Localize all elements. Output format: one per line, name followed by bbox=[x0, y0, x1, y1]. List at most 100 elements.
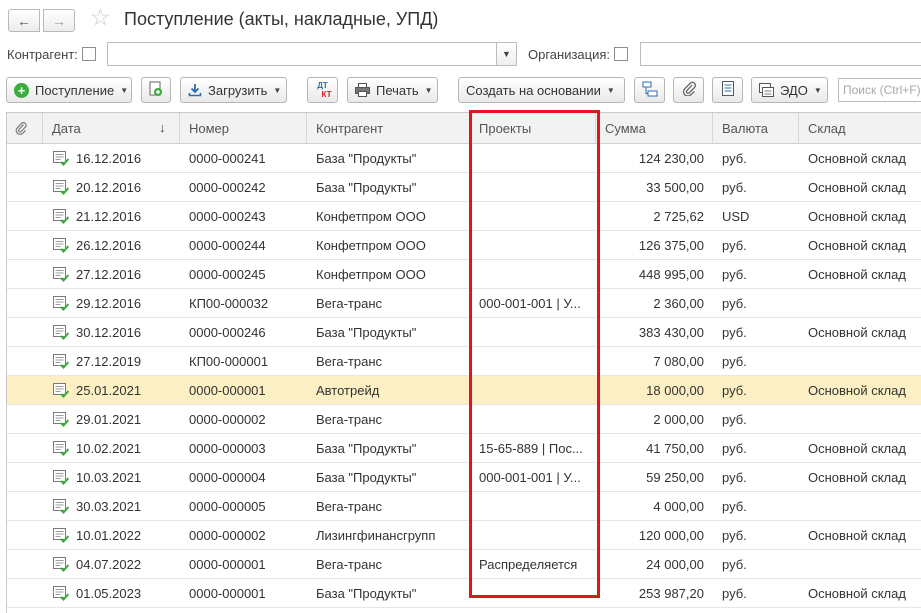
table-row[interactable]: 29.12.2016 КП00-000032 Вега-транс 000-001-0… bbox=[7, 289, 921, 318]
organization-filter-label: Организация: bbox=[528, 47, 611, 62]
cell-contractor: Вега-транс bbox=[316, 354, 383, 369]
table-row[interactable]: 04.07.2022 0000-000001 Вега-транс Распредел… bbox=[7, 550, 921, 579]
cell-warehouse: Основной склад bbox=[808, 528, 906, 543]
edo-button[interactable]: ЭДО ▼ bbox=[751, 77, 828, 103]
create-based-on-button[interactable]: Создать на основании ▼ bbox=[458, 77, 625, 103]
table-row[interactable]: 20.12.2016 0000-000242 База "Продукты" 33 5… bbox=[7, 173, 921, 202]
chevron-down-icon: ▼ bbox=[813, 85, 822, 95]
cell-warehouse: Основной склад bbox=[808, 238, 906, 253]
cell-project: 15-65-889 | Пос... bbox=[479, 441, 583, 456]
cell-currency: руб. bbox=[722, 412, 747, 427]
cell-currency: руб. bbox=[722, 470, 747, 485]
cell-number: 0000-000241 bbox=[189, 151, 266, 166]
list-report-button[interactable] bbox=[712, 77, 743, 103]
cell-project bbox=[470, 260, 596, 289]
cell-currency: руб. bbox=[722, 586, 747, 601]
cell-date: 30.12.2016 bbox=[76, 325, 142, 340]
cell-project bbox=[470, 231, 596, 260]
forward-button[interactable]: → bbox=[43, 9, 75, 32]
cell-project bbox=[470, 318, 596, 347]
cell-currency: руб. bbox=[722, 354, 747, 369]
cell-sum: 126 375,00 bbox=[638, 238, 704, 253]
cell-sum: 2 360,00 bbox=[653, 296, 704, 311]
copy-button[interactable] bbox=[141, 77, 171, 103]
contractor-dropdown-button[interactable]: ▼ bbox=[496, 42, 517, 66]
organization-filter-field[interactable] bbox=[640, 42, 921, 66]
column-header-contractor[interactable]: Контрагент bbox=[307, 113, 470, 144]
cell-number: 0000-000245 bbox=[189, 267, 266, 282]
chevron-down-icon: ▼ bbox=[120, 85, 129, 95]
cell-contractor: База "Продукты" bbox=[316, 180, 417, 195]
cell-warehouse: Основной склад bbox=[808, 383, 906, 398]
table-row[interactable]: 25.01.2021 0000-000001 Автотрейд 18 000,00 р… bbox=[7, 376, 921, 405]
cell-currency: руб. bbox=[722, 383, 747, 398]
chevron-down-icon: ▼ bbox=[424, 85, 433, 95]
table-row[interactable]: 27.12.2019 КП00-000001 Вега-транс 7 080,00 р… bbox=[7, 347, 921, 376]
cell-contractor: База "Продукты" bbox=[316, 470, 417, 485]
table-row[interactable]: 29.01.2021 0000-000002 Вега-транс 2 000,00 р… bbox=[7, 405, 921, 434]
cell-contractor: Вега-транс bbox=[316, 557, 383, 572]
column-header-date[interactable]: Дата ↓ bbox=[43, 113, 180, 144]
plus-circle-icon: + bbox=[14, 82, 29, 98]
table-row[interactable]: 10.03.2021 0000-000004 База "Продукты" 000-… bbox=[7, 463, 921, 492]
cell-number: 0000-000001 bbox=[189, 383, 266, 398]
table-row[interactable]: 27.12.2016 0000-000245 Конфетпром ООО 448 9… bbox=[7, 260, 921, 289]
dt-kt-button[interactable]: ДТ КТ bbox=[307, 77, 338, 103]
cell-warehouse: Основной склад bbox=[808, 441, 906, 456]
cell-date: 27.12.2019 bbox=[76, 354, 142, 369]
cell-date: 10.03.2021 bbox=[76, 470, 142, 485]
print-button[interactable]: Печать ▼ bbox=[347, 77, 438, 103]
cell-date: 30.03.2021 bbox=[76, 499, 142, 514]
structure-button[interactable] bbox=[634, 77, 665, 103]
load-button[interactable]: Загрузить ▼ bbox=[180, 77, 287, 103]
table-row[interactable]: 16.12.2016 0000-000241 База "Продукты" 124 … bbox=[7, 144, 921, 173]
receipt-create-button[interactable]: + Поступление ▼ bbox=[6, 77, 132, 103]
table-row[interactable]: 21.12.2016 0000-000243 Конфетпром ООО 2 725… bbox=[7, 202, 921, 231]
cell-contractor: База "Продукты" bbox=[316, 586, 417, 601]
organization-filter-checkbox[interactable] bbox=[614, 47, 628, 61]
cell-warehouse bbox=[799, 347, 921, 376]
cell-currency: руб. bbox=[722, 325, 747, 340]
cell-contractor: Автотрейд bbox=[316, 383, 380, 398]
table-row[interactable]: 01.05.2023 0000-000001 База "Продукты" 253 … bbox=[7, 579, 921, 608]
dt-kt-icon-bottom: КТ bbox=[321, 90, 332, 99]
cell-warehouse: Основной склад bbox=[808, 586, 906, 601]
column-header-number[interactable]: Номер bbox=[180, 113, 307, 144]
cell-number: 0000-000001 bbox=[189, 586, 266, 601]
attachments-column-header[interactable] bbox=[7, 113, 43, 144]
attach-files-button[interactable] bbox=[673, 77, 704, 103]
contractor-filter-field[interactable] bbox=[107, 42, 497, 66]
column-header-warehouse[interactable]: Склад bbox=[799, 113, 921, 144]
search-input[interactable]: Поиск (Ctrl+F) bbox=[838, 78, 921, 102]
cell-contractor: Конфетпром ООО bbox=[316, 267, 426, 282]
cell-date: 29.01.2021 bbox=[76, 412, 142, 427]
document-list-icon bbox=[722, 81, 734, 99]
cell-sum: 41 750,00 bbox=[646, 441, 704, 456]
cell-sum: 24 000,00 bbox=[646, 557, 704, 572]
table-row[interactable]: 30.12.2016 0000-000246 База "Продукты" 383 … bbox=[7, 318, 921, 347]
cell-contractor: Вега-транс bbox=[316, 412, 383, 427]
cell-contractor: Лизингфинансгрупп bbox=[316, 528, 436, 543]
page-title: Поступление (акты, накладные, УПД) bbox=[124, 9, 439, 29]
column-header-currency[interactable]: Валюта bbox=[713, 113, 799, 144]
cell-sum: 18 000,00 bbox=[646, 383, 704, 398]
paperclip-icon bbox=[682, 81, 697, 99]
table-row[interactable]: 10.02.2021 0000-000003 База "Продукты" 15-6… bbox=[7, 434, 921, 463]
favorite-star-icon[interactable]: ☆ bbox=[90, 6, 111, 29]
cell-project bbox=[470, 202, 596, 231]
cell-currency: руб. bbox=[722, 267, 747, 282]
table-row[interactable]: 26.12.2016 0000-000244 Конфетпром ООО 126 3… bbox=[7, 231, 921, 260]
cell-contractor: Конфетпром ООО bbox=[316, 209, 426, 224]
cell-currency: руб. bbox=[722, 296, 747, 311]
table-row[interactable]: 30.03.2021 0000-000005 Вега-транс 4 000,00 р… bbox=[7, 492, 921, 521]
contractor-filter-checkbox[interactable] bbox=[82, 47, 96, 61]
column-header-projects[interactable]: Проекты bbox=[470, 113, 596, 144]
cell-date: 26.12.2016 bbox=[76, 238, 142, 253]
table-row[interactable]: 10.01.2022 0000-000002 Лизингфинансгрупп 12… bbox=[7, 521, 921, 550]
edo-exchange-icon bbox=[759, 83, 774, 97]
column-header-sum[interactable]: Сумма bbox=[596, 113, 713, 144]
back-button[interactable]: ← bbox=[8, 9, 40, 32]
cell-project bbox=[470, 173, 596, 202]
cell-date: 10.01.2022 bbox=[76, 528, 142, 543]
cell-sum: 253 987,20 bbox=[638, 586, 704, 601]
